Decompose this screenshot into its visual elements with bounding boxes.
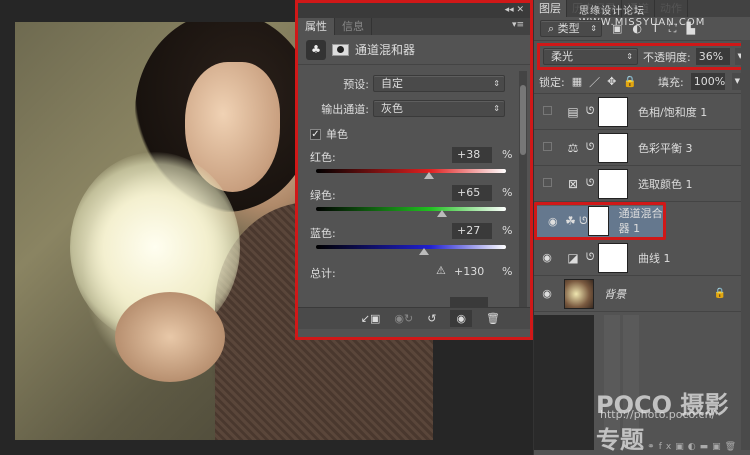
visibility-box[interactable] [534,105,560,118]
warning-icon: ⚠ [436,264,446,277]
blend-mode-select[interactable]: 柔光 ⇕ [543,48,638,65]
layer-row[interactable]: ▤ ᘎ 色相/饱和度 1 [534,94,750,130]
channel-value-input[interactable]: +65 [452,185,492,201]
opacity-input[interactable]: 36% [695,48,730,65]
link-icon[interactable]: ᘎ [586,252,598,263]
channel-slider-thumb[interactable] [436,210,447,217]
preset-select[interactable]: 自定 ⇕ [373,75,505,92]
layer-name: 曲线 1 [638,251,671,265]
blend-opacity-row: 柔光⇕ 不透明度: 36% ▼ [537,43,749,70]
layer-mask-thumbnail[interactable] [598,168,628,199]
layer-mask-thumbnail[interactable] [598,96,628,127]
layer-row[interactable]: ◉ ☘ ᘎ 通道混合器 1 [534,202,666,240]
output-channel-select[interactable]: 灰色 ⇕ [373,100,505,117]
channel-slider-track[interactable] [316,207,506,211]
tab-layers[interactable]: 图层 [534,0,567,17]
delete-icon[interactable]: 🗑 [486,312,500,325]
visibility-box[interactable] [534,141,560,154]
properties-scrollbar[interactable] [519,71,527,308]
percent-sign: % [502,224,513,237]
monochrome-checkbox[interactable]: ✓ [310,128,321,140]
tab-properties[interactable]: 属性 [298,18,335,35]
link-icon[interactable]: ᘎ [586,142,598,153]
percent-sign: % [502,148,513,161]
layer-mask-thumbnail[interactable] [587,206,609,236]
output-channel-label: 输出通道: [321,102,369,116]
blend-mode-value: 柔光 [551,50,573,63]
fill-input[interactable]: 100% [690,73,725,90]
eye-icon[interactable]: ◉ [544,214,562,229]
layer-name: 通道混合器 1 [618,207,663,235]
forum-watermark: 思缘设计论坛 WWW.MISSYUAN.COM [579,6,706,28]
filter-type-select[interactable]: ⌕ 类型 ⇕ [540,20,602,37]
adjustment-title: 通道混和器 [355,43,416,57]
visibility-box[interactable] [534,177,560,190]
lock-icon: 🔒 [713,288,726,299]
link-icon[interactable]: ᘎ [586,178,598,189]
channel-mixer-icon: ♣ [306,39,326,60]
total-label: 总计: [310,267,336,280]
layer-name: 色相/饱和度 1 [638,105,708,119]
selective-color-icon: ⊠ [567,176,579,191]
channel-value-input[interactable]: +38 [452,147,492,163]
panel-menu-icon[interactable]: ▾≡ [512,20,524,30]
layer-mask-thumbnail[interactable] [598,242,628,273]
panel-collapse-close[interactable]: ◂◂ ✕ [298,3,530,18]
clip-to-layer-icon[interactable]: ↙▣ [361,312,381,325]
percent-sign: % [502,186,513,199]
layer-mask-thumbnail[interactable] [598,132,628,163]
curves-icon: ◪ [567,250,579,265]
tab-info[interactable]: 信息 [335,18,372,35]
channel-label: 绿色: [310,189,336,202]
poco-url-watermark: http://photo.poco.cn/ [600,408,716,421]
reset-icon[interactable]: ↺ [427,312,436,325]
preset-value: 自定 [381,77,403,90]
layer-name: 选取颜色 1 [638,177,693,191]
lock-label: 锁定: [539,75,565,89]
channel-slider-row: 蓝色: +27 % [306,223,522,261]
lock-paint-icon[interactable]: ／ [589,74,600,90]
layer-name: 背景 [604,287,626,301]
layer-name: 色彩平衡 3 [638,141,693,155]
channel-label: 红色: [310,151,336,164]
eye-icon[interactable]: ◉ [534,287,560,300]
lock-transparent-icon[interactable]: ▦ [572,75,582,88]
monochrome-label: 单色 [326,128,348,141]
lock-all-icon[interactable]: 🔒 [623,75,637,88]
total-value: +130 [454,265,485,278]
output-channel-value: 灰色 [381,102,403,115]
layer-row[interactable]: ⊠ ᘎ 选取颜色 1 [534,166,750,202]
channel-slider-track[interactable] [316,169,506,173]
total-percent: % [502,265,513,278]
layer-row[interactable]: ◉ ◪ ᘎ 曲线 1 [534,240,750,276]
layer-row[interactable]: ⚖ ᘎ 色彩平衡 3 [534,130,750,166]
layer-row[interactable]: ◉ 背景 🔒 [534,276,750,312]
background-thumbnail [564,278,594,309]
eye-icon[interactable]: ◉ [534,251,560,264]
channel-label: 蓝色: [310,227,336,240]
visibility-toggle-icon[interactable]: ◉ [450,310,473,327]
channel-slider-track[interactable] [316,245,506,249]
channel-slider-thumb[interactable] [424,172,435,179]
view-previous-icon[interactable]: ◉↻ [394,312,413,325]
filter-type-value: 类型 [557,22,580,35]
link-icon[interactable]: ᘎ [586,106,598,117]
channel-slider-thumb[interactable] [418,248,429,255]
channel-mixer-icon: ☘ [565,213,576,228]
channel-value-input[interactable]: +27 [452,223,492,239]
lock-position-icon[interactable]: ✥ [607,75,616,88]
channel-slider-row: 红色: +38 % [306,147,522,185]
channel-slider-row: 绿色: +65 % [306,185,522,223]
preset-label: 预设: [343,77,369,91]
hue-saturation-icon: ▤ [567,104,579,119]
link-icon[interactable]: ᘎ [579,214,587,229]
fill-label: 填充: [658,75,684,89]
color-balance-icon: ⚖ [567,140,579,155]
properties-panel: ◂◂ ✕ 属性 信息 ▾≡ ♣ 通道混和器 预设: 自定 ⇕ 输出通道: 灰色 ⇕ … [295,0,533,340]
mask-icon[interactable] [332,43,349,56]
opacity-label: 不透明度: [643,50,691,64]
